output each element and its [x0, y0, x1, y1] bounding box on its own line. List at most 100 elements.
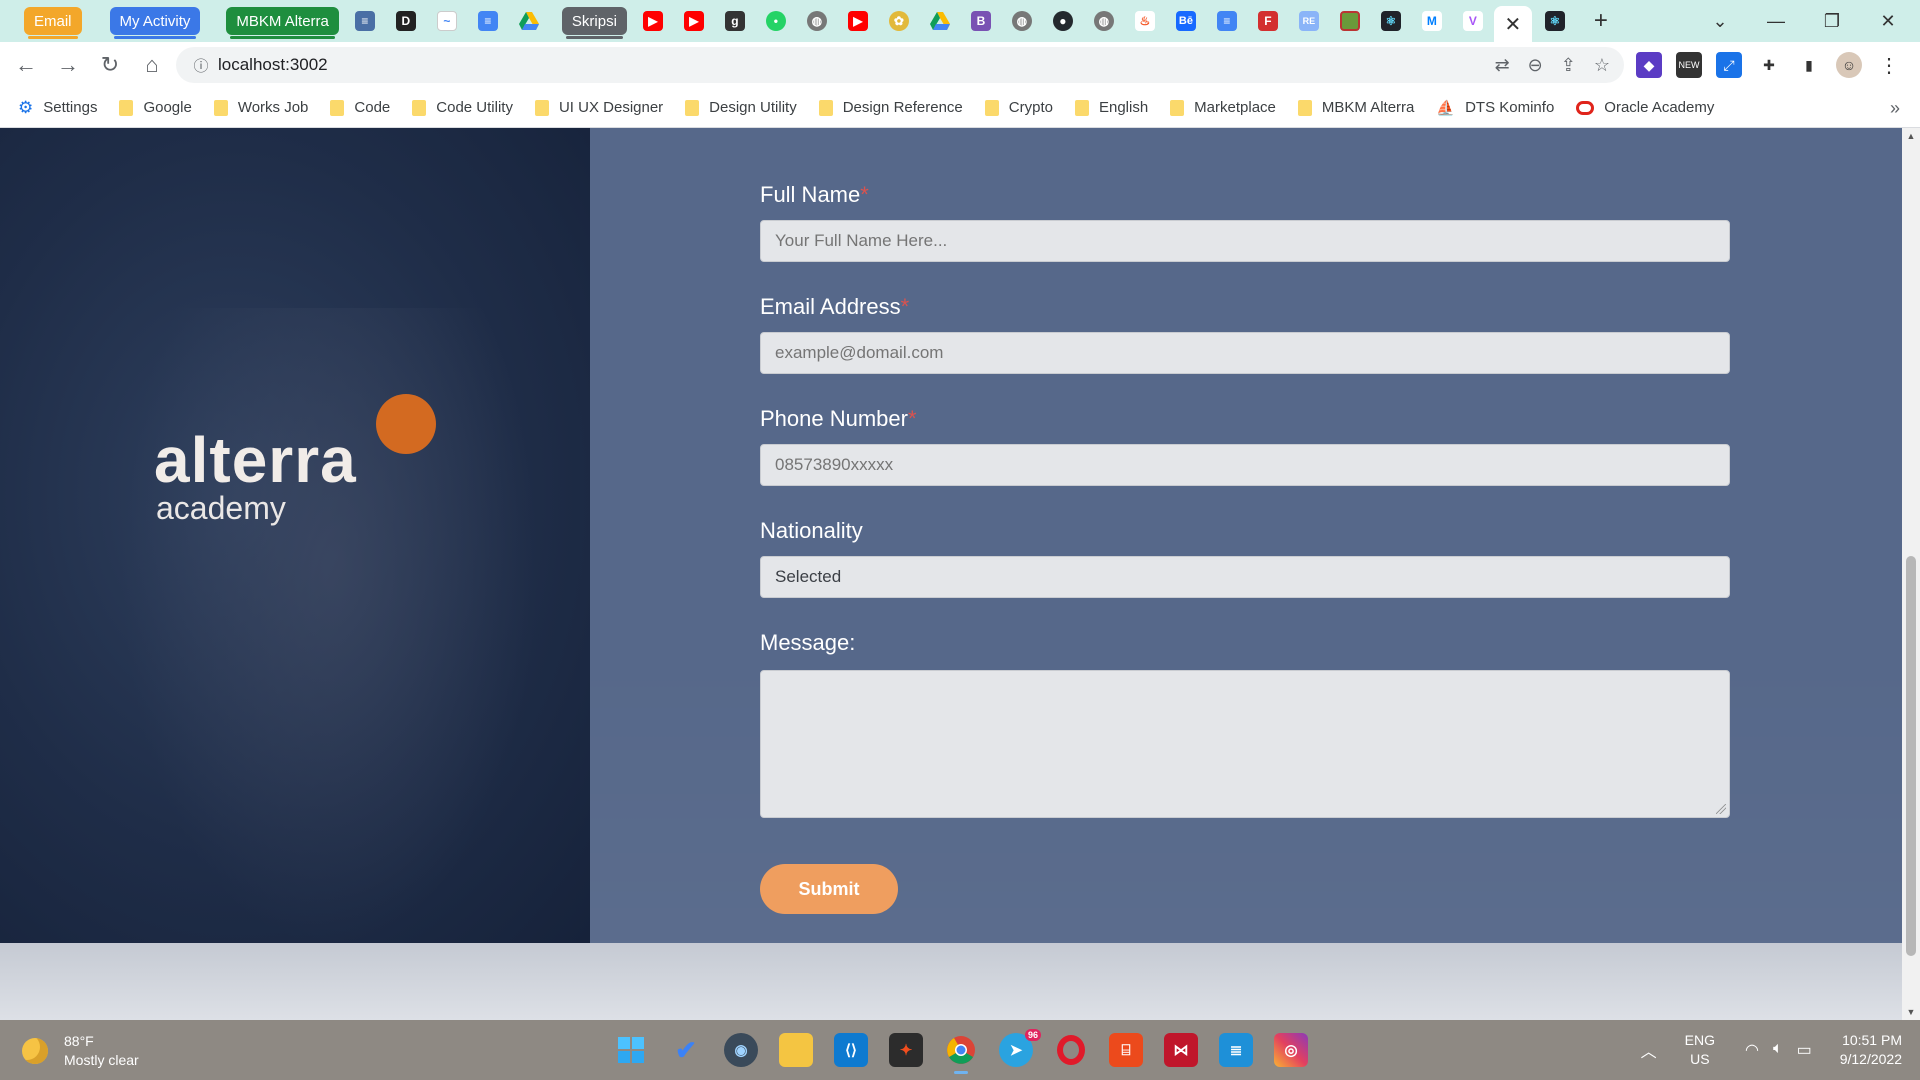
tab-favicon[interactable]: ▶ [679, 6, 709, 36]
tab-favicon[interactable]: • [761, 6, 791, 36]
tab-favicon[interactable]: F [1253, 6, 1283, 36]
todo-icon[interactable]: ✔ [669, 1033, 703, 1067]
nationality-select[interactable]: Selected [760, 556, 1730, 598]
side-panel-icon[interactable]: ▮ [1796, 52, 1822, 78]
tab-favicon[interactable]: D [391, 6, 421, 36]
tab-favicon[interactable]: ≡ [1212, 6, 1242, 36]
weather-widget[interactable]: 88°F Mostly clear [22, 1032, 139, 1070]
scrollbar-thumb[interactable] [1906, 556, 1916, 956]
more-bookmarks-button[interactable]: » [1890, 88, 1900, 128]
home-button[interactable]: ⌂ [132, 45, 172, 85]
file-explorer-icon[interactable] [779, 1033, 813, 1067]
chrome-icon[interactable] [944, 1033, 978, 1074]
opera-icon[interactable] [1054, 1033, 1088, 1067]
active-tab[interactable]: ✕ [1493, 6, 1532, 42]
bookmark-folder[interactable]: UI UX Designer [534, 99, 663, 116]
site-info-icon[interactable]: ⓘ [184, 55, 218, 76]
forward-button[interactable]: → [48, 45, 88, 85]
bookmark-folder[interactable]: Marketplace [1170, 99, 1276, 116]
bookmark-folder[interactable]: Design Utility [685, 99, 797, 116]
tab-group-my-activity[interactable]: My Activity [109, 7, 201, 39]
puzzle-icon[interactable]: ✚ [1756, 52, 1782, 78]
bookmark-folder[interactable]: MBKM Alterra [1297, 99, 1414, 116]
reload-button[interactable]: ↻ [90, 45, 130, 85]
clock[interactable]: 10:51 PM 9/12/2022 [1840, 1031, 1902, 1069]
scroll-up-icon[interactable]: ▲ [1902, 128, 1920, 144]
quick-settings[interactable]: ◠ 🔈︎ ▭ [1745, 1040, 1812, 1060]
windows-start-icon[interactable] [614, 1033, 648, 1067]
scroll-down-icon[interactable]: ▼ [1902, 1004, 1920, 1020]
tab-group-mbkm-alterra[interactable]: MBKM Alterra [226, 7, 339, 39]
extension-badge-icon[interactable]: ◆ [1636, 52, 1662, 78]
tab-favicon[interactable]: ⚛ [1540, 6, 1570, 36]
tab-favicon[interactable]: ◍ [802, 6, 832, 36]
email-input[interactable] [760, 332, 1730, 374]
bookmark-folder[interactable]: Crypto [984, 99, 1053, 116]
telegram-icon[interactable]: ➤ 96 [999, 1029, 1041, 1067]
full-name-input[interactable] [760, 220, 1730, 262]
tab-search-button[interactable]: ⌄ [1692, 0, 1748, 42]
tab-favicon[interactable]: M [1417, 6, 1447, 36]
tab-favicon[interactable] [1335, 6, 1365, 36]
star-icon[interactable]: ☆ [1594, 55, 1610, 76]
bookmark-settings[interactable]: ⚙ Settings [18, 98, 97, 118]
vscode-icon[interactable]: ⟨⟩ [834, 1033, 868, 1067]
bookmark-dts-kominfo[interactable]: ⛵ DTS Kominfo [1436, 99, 1554, 117]
tab-favicon[interactable]: ▶ [843, 6, 873, 36]
tab-favicon[interactable]: ♨ [1130, 6, 1160, 36]
phone-input[interactable] [760, 444, 1730, 486]
bookmark-folder[interactable]: Works Job [213, 99, 308, 116]
tab-favicon[interactable]: ≡ [350, 6, 380, 36]
tab-favicon[interactable]: g [720, 6, 750, 36]
page-scrollbar[interactable]: ▲ ▼ [1902, 128, 1920, 1020]
tab-favicon[interactable]: RE [1294, 6, 1324, 36]
instagram-icon[interactable]: ◎ [1274, 1033, 1308, 1067]
restore-button[interactable]: ❐ [1804, 0, 1860, 42]
close-tab-icon[interactable]: ✕ [1505, 12, 1522, 37]
translate-icon[interactable]: ⇄ [1495, 55, 1510, 76]
back-button[interactable]: ← [6, 45, 46, 85]
tab-group-skripsi[interactable]: Skripsi [561, 7, 627, 39]
close-window-button[interactable]: ✕ [1860, 0, 1916, 42]
share-icon[interactable]: ⇪ [1561, 55, 1576, 76]
camera-icon[interactable]: ◉ [724, 1033, 758, 1067]
bookmark-folder[interactable]: Code [330, 99, 390, 116]
menu-kebab-icon[interactable]: ⋮ [1876, 52, 1902, 78]
figma-icon[interactable]: ✦ [889, 1033, 923, 1067]
tab-favicon[interactable]: ● [1048, 6, 1078, 36]
new-tab-button[interactable]: + [1586, 6, 1616, 36]
bookmark-folder[interactable]: Google [119, 99, 192, 116]
address-bar[interactable]: ⓘ localhost:3002 ⇄ ⊖ ⇪ ☆ [176, 47, 1624, 83]
tab-favicon[interactable]: ~ [432, 6, 462, 36]
tab-favicon[interactable]: ≡ [473, 6, 503, 36]
message-textarea[interactable] [760, 670, 1730, 818]
zoom-icon[interactable]: ⊖ [1528, 55, 1543, 76]
resize-extension-icon[interactable]: ⤢ [1716, 52, 1742, 78]
tab-favicon[interactable]: ✿ [884, 6, 914, 36]
chevron-up-icon[interactable]: ︿ [1641, 1038, 1657, 1062]
resize-handle-icon[interactable] [1716, 804, 1726, 814]
language-indicator[interactable]: ENG US [1685, 1031, 1715, 1069]
bookmark-folder[interactable]: Design Reference [818, 99, 963, 116]
mendeley-icon[interactable]: ⋈ [1164, 1033, 1198, 1067]
tab-favicon[interactable]: Bē [1171, 6, 1201, 36]
tab-favicon[interactable]: ▶ [638, 6, 668, 36]
tab-favicon[interactable] [925, 6, 955, 36]
tab-group-email[interactable]: Email [24, 7, 82, 39]
tab-favicon[interactable]: ⚛ [1376, 6, 1406, 36]
new-extension-icon[interactable]: NEW [1676, 52, 1702, 78]
tab-favicon[interactable]: V [1458, 6, 1488, 36]
notepad-icon[interactable]: ≣ [1219, 1033, 1253, 1067]
bookmark-folder[interactable]: English [1074, 99, 1148, 116]
tab-favicon[interactable] [514, 6, 544, 36]
minimize-button[interactable]: — [1748, 0, 1804, 42]
bookmark-folder[interactable]: Code Utility [412, 99, 513, 116]
avatar[interactable]: ☺ [1836, 52, 1862, 78]
bookmark-oracle-academy[interactable]: Oracle Academy [1576, 99, 1714, 116]
url-text[interactable]: localhost:3002 [218, 55, 328, 75]
tab-favicon[interactable]: B [966, 6, 996, 36]
tab-favicon[interactable]: ◍ [1089, 6, 1119, 36]
office-icon[interactable]: ⌸ [1109, 1033, 1143, 1067]
submit-button[interactable]: Submit [760, 864, 898, 914]
tab-favicon[interactable]: ◍ [1007, 6, 1037, 36]
